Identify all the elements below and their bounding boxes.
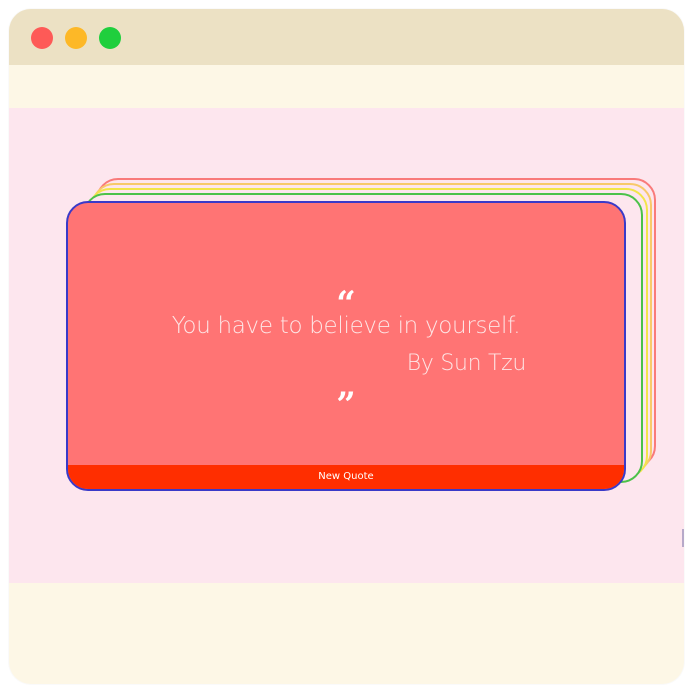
browser-window: “ You have to believe in yourself. By Su… (9, 9, 684, 684)
window-titlebar (9, 9, 684, 65)
quote-text: You have to believe in yourself. (171, 313, 521, 339)
new-quote-button[interactable]: New Quote (68, 465, 624, 489)
maximize-window-button[interactable] (99, 27, 121, 49)
quote-card: “ You have to believe in yourself. By Su… (66, 201, 626, 491)
quote-author: By Sun Tzu (406, 351, 527, 376)
minimize-window-button[interactable] (65, 27, 87, 49)
close-quote-icon: ” (336, 385, 356, 425)
close-window-button[interactable] (31, 27, 53, 49)
scrollbar-thumb[interactable] (682, 529, 684, 547)
